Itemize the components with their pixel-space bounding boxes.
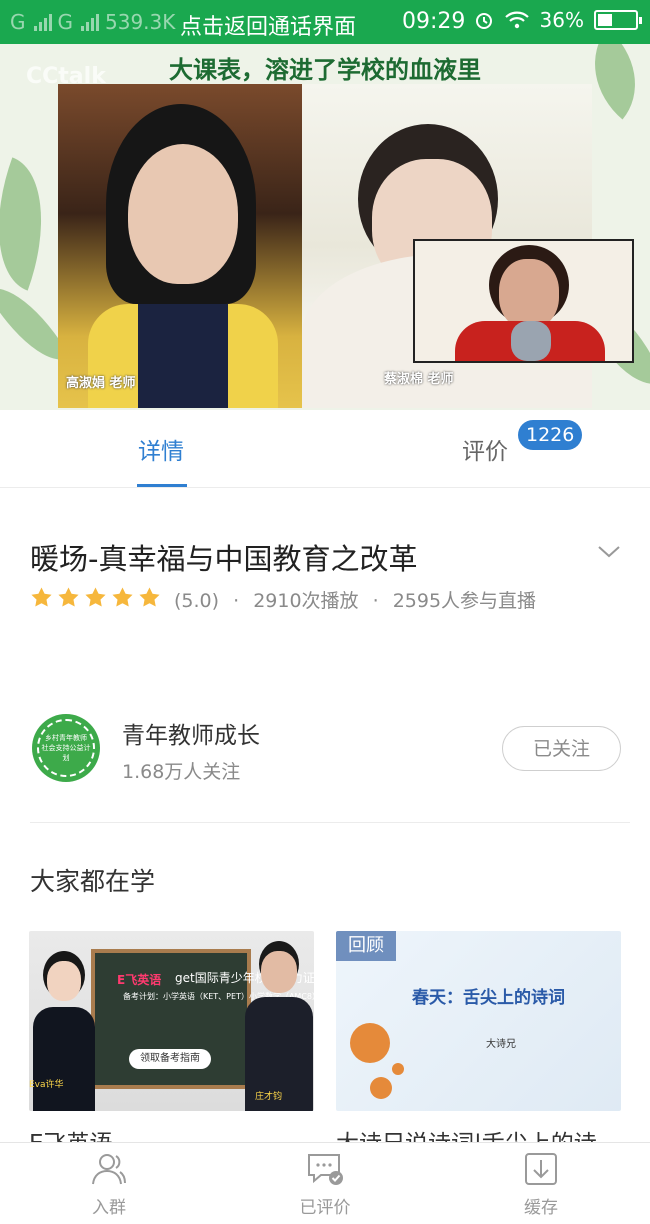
decor-dot — [350, 1023, 390, 1063]
tab-review[interactable]: 评价 — [462, 432, 508, 466]
star-icon — [139, 587, 160, 607]
review-count-badge: 1226 — [518, 420, 583, 450]
chevron-down-icon[interactable] — [597, 540, 621, 564]
carrier-label: G — [10, 10, 26, 34]
meta-separator: · — [372, 590, 379, 612]
nav-label: 已评价 — [299, 1198, 351, 1218]
course-card-thumbnail[interactable]: E飞英语 get国际青少年权威能力证书 备考计划：小学英语（KET、PET）小学… — [29, 931, 314, 1111]
teacher-caption-left: 高淑娟 老师 — [66, 376, 136, 391]
thumb-title: 春天：舌尖上的诗词 — [412, 988, 565, 1008]
star-icon — [31, 587, 52, 607]
network-indicators: G G 539.3K — [0, 10, 175, 34]
org-logo-text: 乡村青年教师 — [45, 734, 87, 742]
star-icon — [112, 587, 133, 607]
star-icon — [85, 587, 106, 607]
org-logo-subtext: 社会支持公益计划 — [41, 744, 91, 762]
replay-badge: 回顾 — [336, 931, 396, 961]
org-avatar[interactable]: 乡村青年教师 社会支持公益计划 — [32, 714, 100, 782]
signal-icon-2 — [81, 13, 99, 31]
download-icon — [525, 1153, 557, 1185]
follow-button[interactable]: 已关注 — [502, 726, 621, 771]
nav-label: 缓存 — [524, 1198, 558, 1218]
tab-bar: 详情 评价 1226 — [0, 410, 650, 488]
active-tab-indicator — [137, 484, 187, 487]
org-name[interactable]: 青年教师成长 — [122, 716, 260, 750]
org-follower-count: 1.68万人关注 — [122, 761, 241, 783]
participant-count: 2595人参与直播 — [392, 590, 537, 612]
status-bar[interactable]: G G 539.3K 点击返回通话界面 09:29 36% — [0, 0, 650, 44]
bottom-nav: 入群 已评价 缓存 — [0, 1142, 650, 1224]
teacher-video-left: 高淑娟 老师 — [58, 84, 302, 408]
network-speed: 539.3K — [105, 10, 176, 34]
group-icon — [92, 1154, 126, 1185]
picture-in-picture-video[interactable] — [413, 239, 634, 363]
carrier-label-2: G — [57, 10, 74, 34]
rating-stars — [30, 586, 161, 609]
course-card-thumbnail[interactable]: 回顾 春天：舌尖上的诗词 大诗兄 — [336, 931, 621, 1111]
reviewed-icon — [308, 1154, 343, 1185]
wifi-icon — [504, 11, 529, 29]
play-count: 2910次播放 — [253, 590, 359, 612]
battery-percent: 36% — [539, 8, 584, 32]
decor-dot — [370, 1077, 392, 1099]
cache-button[interactable]: 缓存 — [481, 1151, 601, 1218]
nav-label: 入群 — [92, 1198, 126, 1218]
thumb-caption-left: Eva许华 — [29, 1080, 64, 1090]
signal-icon — [33, 13, 52, 31]
section-title: 大家都在学 — [30, 867, 156, 896]
decor-dot — [392, 1063, 404, 1075]
course-title: 暖场-真幸福与中国教育之改革 — [30, 542, 418, 576]
join-group-button[interactable]: 入群 — [49, 1151, 169, 1218]
divider — [30, 822, 630, 823]
review-button[interactable]: 已评价 — [265, 1151, 385, 1218]
star-icon — [58, 587, 79, 607]
clock: 09:29 — [402, 9, 466, 34]
alarm-icon — [475, 13, 492, 29]
thumb-subtitle: 大诗兄 — [486, 1039, 516, 1050]
meta-separator: · — [233, 590, 240, 612]
brand-logo-text: E飞英语 — [117, 973, 162, 987]
thumb-cta: 领取备考指南 — [129, 1049, 211, 1069]
teacher-caption-right: 蔡淑棉 老师 — [384, 372, 454, 387]
banner-title: 大课表，溶进了学校的血液里 — [169, 55, 481, 84]
rating-value: (5.0) — [174, 590, 220, 612]
person-image — [241, 941, 314, 1111]
battery-icon — [594, 10, 642, 30]
tab-detail[interactable]: 详情 — [138, 432, 184, 466]
course-meta: (5.0) · 2910次播放 · 2595人参与直播 — [174, 586, 544, 613]
return-to-call-link[interactable]: 点击返回通话界面 — [180, 9, 356, 41]
thumb-caption-right: 庄才钧 — [255, 1092, 283, 1102]
video-player[interactable]: CCtalk 大课表，溶进了学校的血液里 高淑娟 老师 蔡淑棉 老师 — [0, 44, 650, 410]
